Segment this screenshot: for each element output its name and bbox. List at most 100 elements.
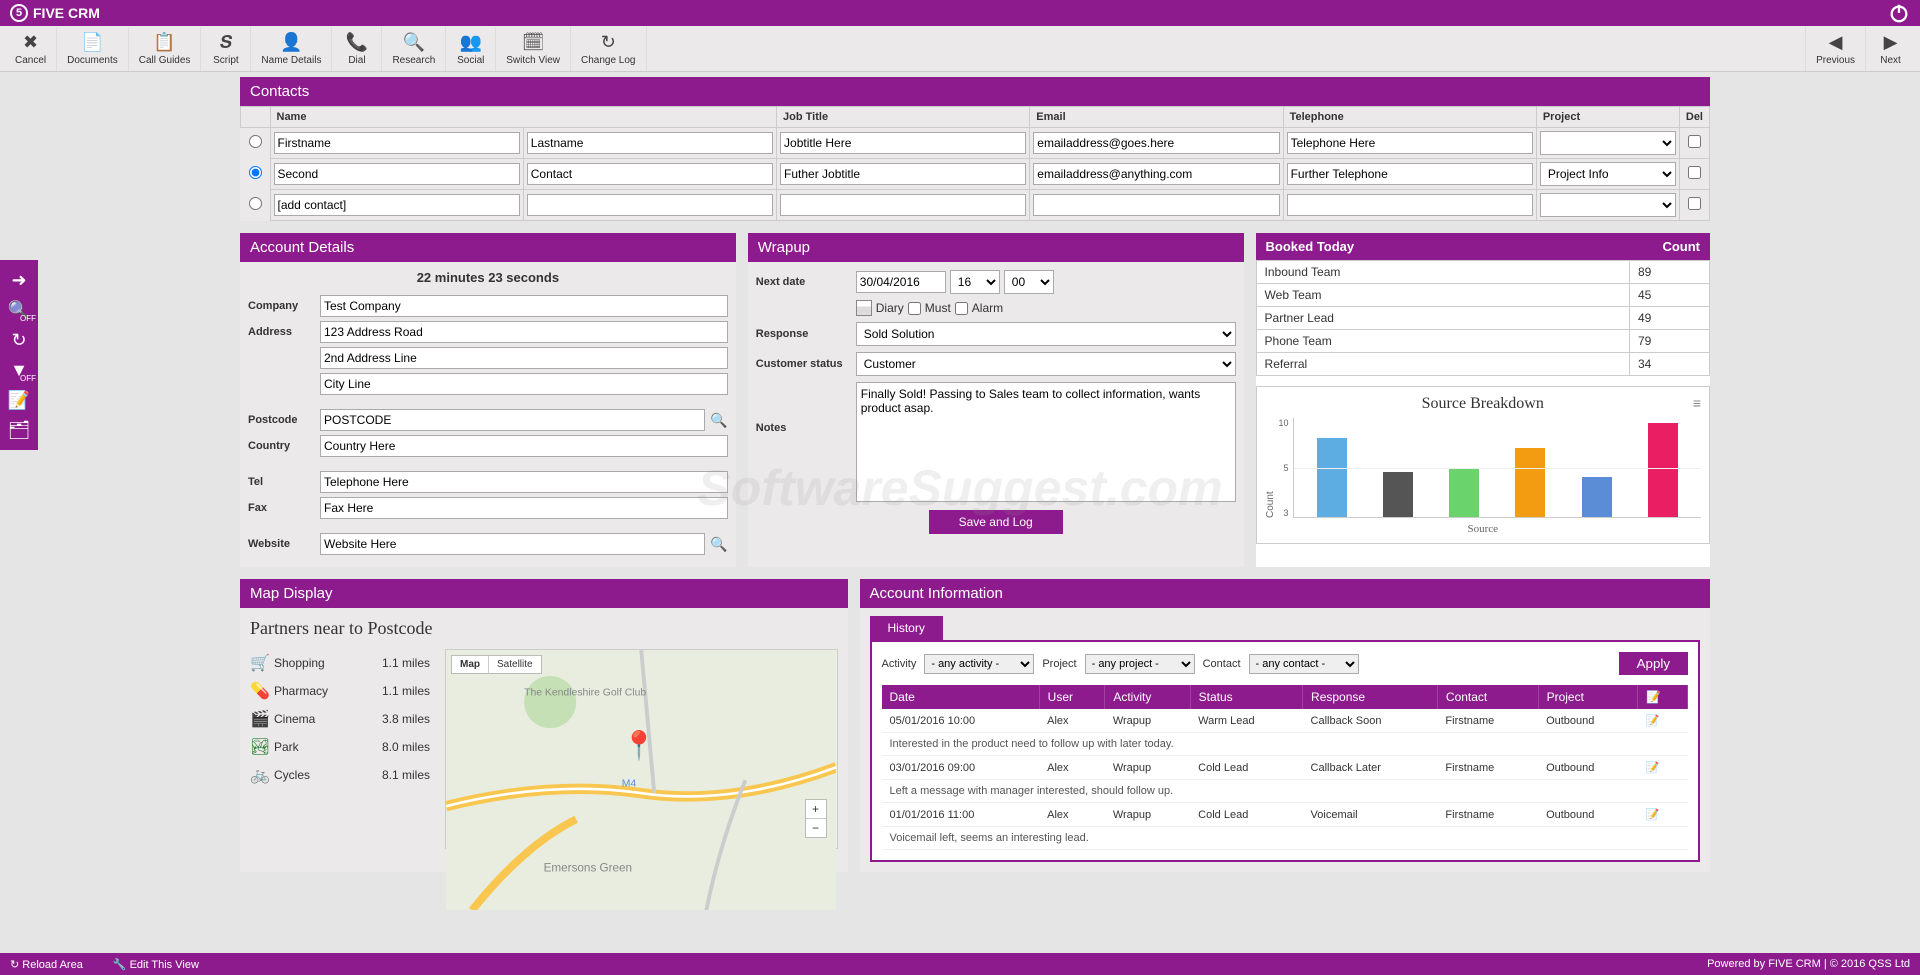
- address2-input[interactable]: [320, 347, 728, 369]
- side-refresh-icon[interactable]: ↻: [0, 325, 38, 355]
- postcode-search-icon[interactable]: 🔍: [710, 412, 727, 429]
- history-edit-icon[interactable]: 📝: [1638, 756, 1688, 780]
- side-search-icon[interactable]: 🔍OFF: [0, 295, 38, 325]
- booked-row: Inbound Team89: [1256, 261, 1709, 284]
- contact-tel-input[interactable]: [1287, 163, 1533, 185]
- power-icon[interactable]: [1888, 2, 1910, 24]
- nextdate-label: Next date: [756, 276, 856, 288]
- script-button[interactable]: 𝑺Script: [201, 27, 251, 71]
- filter-contact-select[interactable]: - any contact -: [1249, 654, 1359, 674]
- contact-project-select[interactable]: Project Info: [1540, 162, 1676, 186]
- history-edit-icon[interactable]: 📝: [1638, 803, 1688, 827]
- svg-text:Emersons Green: Emersons Green: [544, 861, 632, 874]
- chart-container: ≡ Source Breakdown Count 1053 Source: [1256, 386, 1710, 544]
- booked-row: Partner Lead49: [1256, 307, 1709, 330]
- name-details-icon: 👤: [280, 31, 302, 53]
- chart-ylabel: Count: [1265, 418, 1276, 518]
- contact-last-input[interactable]: [527, 163, 773, 185]
- contact-first-input[interactable]: [274, 132, 520, 154]
- dial-button[interactable]: 📞Dial: [332, 27, 382, 71]
- contact-project-select[interactable]: [1540, 131, 1676, 155]
- company-input[interactable]: [320, 295, 728, 317]
- minute-select[interactable]: 00: [1004, 270, 1054, 294]
- chart-menu-icon[interactable]: ≡: [1693, 395, 1701, 411]
- apply-button[interactable]: Apply: [1619, 652, 1688, 675]
- filter-activity-select[interactable]: - any activity -: [924, 654, 1034, 674]
- address3-input[interactable]: [320, 373, 728, 395]
- contact-email-input[interactable]: [1033, 132, 1279, 154]
- cancel-button[interactable]: ✖Cancel: [5, 27, 57, 71]
- switch-view-icon: 🗓: [522, 31, 545, 53]
- chart-title: Source Breakdown: [1265, 395, 1701, 413]
- name-details-button[interactable]: 👤Name Details: [251, 27, 332, 71]
- map-panel: Map Display Partners near to Postcode 🛒S…: [240, 579, 848, 872]
- contact-tel-input[interactable]: [1287, 194, 1533, 216]
- partners-list: 🛒Shopping1.1 miles💊Pharmacy1.1 miles🎬Cin…: [250, 649, 430, 849]
- response-select[interactable]: Sold Solution: [856, 322, 1236, 346]
- history-tab[interactable]: History: [870, 616, 943, 640]
- contact-del-checkbox[interactable]: [1688, 197, 1701, 210]
- research-button[interactable]: 🔍Research: [382, 27, 446, 71]
- notes-textarea[interactable]: Finally Sold! Passing to Sales team to c…: [856, 382, 1236, 502]
- nextdate-input[interactable]: [856, 271, 946, 293]
- address1-input[interactable]: [320, 321, 728, 343]
- contact-tel-input[interactable]: [1287, 132, 1533, 154]
- status-select[interactable]: Customer: [856, 352, 1236, 376]
- call-guides-button[interactable]: 📋Call Guides: [129, 27, 202, 71]
- account-info-title: Account Information: [860, 579, 1711, 608]
- side-card-icon[interactable]: 🗂: [0, 415, 38, 445]
- alarm-checkbox[interactable]: [955, 302, 968, 315]
- map-view[interactable]: Emersons Green The Kendleshire Golf Club…: [445, 649, 838, 849]
- contact-email-input[interactable]: [1033, 194, 1279, 216]
- postcode-input[interactable]: [320, 409, 705, 431]
- side-toolbar: ➜ 🔍OFF ↻ ▼OFF 📝 🗂: [0, 260, 38, 450]
- side-form-icon[interactable]: 📝: [0, 385, 38, 415]
- contact-job-input[interactable]: [780, 194, 1026, 216]
- filter-project-select[interactable]: - any project -: [1085, 654, 1195, 674]
- save-log-button[interactable]: Save and Log: [929, 510, 1063, 534]
- tel-input[interactable]: [320, 471, 728, 493]
- history-edit-icon[interactable]: 📝: [1638, 709, 1688, 733]
- contact-email-input[interactable]: [1033, 163, 1279, 185]
- contact-first-input[interactable]: [274, 163, 520, 185]
- calendar-icon[interactable]: [856, 300, 872, 316]
- edit-view-link[interactable]: 🔧 Edit This View: [113, 958, 214, 971]
- contact-del-checkbox[interactable]: [1688, 135, 1701, 148]
- contact-job-input[interactable]: [780, 163, 1026, 185]
- prev-label: Previous: [1816, 55, 1855, 66]
- contact-radio[interactable]: [249, 197, 262, 210]
- contact-first-input[interactable]: [274, 194, 520, 216]
- map-type-control[interactable]: MapSatellite: [451, 655, 542, 674]
- switch-view-button[interactable]: 🗓Switch View: [496, 27, 571, 71]
- contact-del-checkbox[interactable]: [1688, 166, 1701, 179]
- hour-select[interactable]: 16: [950, 270, 1000, 294]
- contacts-title: Contacts: [240, 77, 1710, 106]
- previous-button[interactable]: ◀Previous: [1805, 27, 1865, 71]
- history-row: 01/01/2016 11:00AlexWrapupCold LeadVoice…: [882, 803, 1688, 827]
- next-icon: ▶: [1884, 31, 1898, 53]
- contact-project-select[interactable]: [1540, 193, 1676, 217]
- contact-last-input[interactable]: [527, 194, 773, 216]
- status-label: Customer status: [756, 358, 856, 370]
- social-button[interactable]: 👥Social: [446, 27, 496, 71]
- contact-radio[interactable]: [249, 135, 262, 148]
- postcode-label: Postcode: [248, 414, 320, 426]
- website-search-icon[interactable]: 🔍: [710, 536, 727, 553]
- fax-input[interactable]: [320, 497, 728, 519]
- next-button[interactable]: ▶Next: [1865, 27, 1915, 71]
- contact-radio[interactable]: [249, 166, 262, 179]
- contact-job-input[interactable]: [780, 132, 1026, 154]
- must-checkbox[interactable]: [908, 302, 921, 315]
- chart-bar: [1449, 468, 1479, 518]
- website-input[interactable]: [320, 533, 705, 555]
- side-filter-icon[interactable]: ▼OFF: [0, 355, 38, 385]
- change-log-button[interactable]: ↻Change Log: [571, 27, 647, 71]
- country-input[interactable]: [320, 435, 728, 457]
- map-zoom-control[interactable]: +−: [805, 799, 827, 838]
- documents-button[interactable]: 📄Documents: [57, 27, 129, 71]
- contacts-table: NameJob TitleEmailTelephoneProjectDel Pr…: [240, 106, 1710, 221]
- contact-last-input[interactable]: [527, 132, 773, 154]
- reload-area-link[interactable]: ↻ Reload Area: [10, 958, 98, 971]
- side-go-icon[interactable]: ➜: [0, 265, 38, 295]
- booked-title: Booked Today: [1266, 239, 1663, 254]
